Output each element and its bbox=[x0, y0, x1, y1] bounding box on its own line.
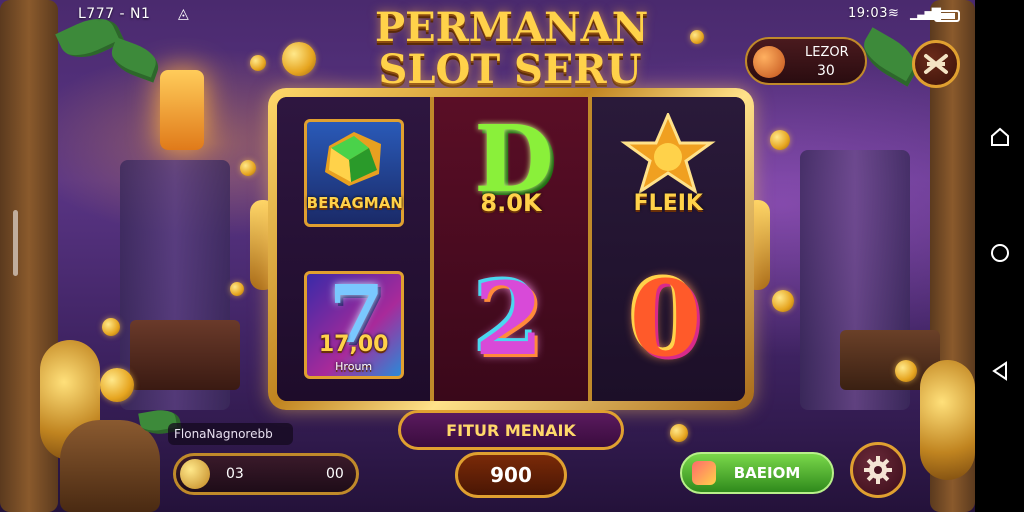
bonus-button[interactable]: BAEIOM bbox=[680, 452, 834, 494]
balance-left-value: 03 bbox=[226, 466, 244, 482]
zero-symbol: 0 bbox=[613, 265, 723, 385]
bonus-icon bbox=[692, 461, 716, 485]
coin-icon bbox=[180, 459, 210, 489]
system-navigation-bar bbox=[975, 0, 1024, 512]
title-line-1: PERMANAN bbox=[375, 4, 649, 51]
reel-cell: 0 bbox=[592, 249, 745, 401]
settings-button[interactable] bbox=[850, 442, 906, 498]
lezor-value: 30 bbox=[817, 63, 835, 79]
bonus-label: BAEIOM bbox=[733, 464, 801, 482]
lezor-badge[interactable]: LEZOR 30 bbox=[745, 37, 867, 85]
back-icon bbox=[992, 361, 1007, 381]
nav-back-button[interactable] bbox=[987, 358, 1013, 384]
scroll-indicator[interactable] bbox=[13, 210, 18, 276]
gold-coin bbox=[772, 290, 794, 312]
balance-display[interactable]: 03 00 bbox=[173, 453, 359, 495]
reel-1: BERAGMAN 7 17,00 Hroum bbox=[277, 97, 435, 401]
rope-bag bbox=[60, 420, 160, 512]
game-scene: L777 - N1 ◬ 19:03 ≋ ▁▃▅▇ PERMANAN SLOT S… bbox=[0, 0, 975, 512]
wifi-icon: ≋ bbox=[888, 6, 899, 21]
reel-cell: 7 17,00 Hroum bbox=[277, 249, 430, 401]
nav-home-button[interactable] bbox=[987, 124, 1013, 150]
symbol-label: FLEIK bbox=[633, 191, 703, 216]
feature-banner[interactable]: FITUR MENAIK bbox=[398, 410, 624, 450]
reel-cell: BERAGMAN bbox=[277, 97, 430, 249]
status-left: L777 - N1 bbox=[78, 6, 151, 22]
symbol-value: 17,00 bbox=[318, 332, 389, 357]
status-time: 19:03 bbox=[848, 6, 888, 21]
lezor-label: LEZOR bbox=[805, 45, 849, 60]
gold-coin bbox=[895, 360, 917, 382]
gold-coin bbox=[250, 55, 266, 71]
player-name: FlonaNagnorebb bbox=[168, 423, 293, 445]
gold-coin bbox=[690, 30, 704, 44]
reel-cell: D 8.0K bbox=[434, 97, 587, 249]
two-symbol: 2 bbox=[456, 265, 566, 385]
battery-icon bbox=[934, 10, 960, 22]
reels: BERAGMAN 7 17,00 Hroum D 8.0K 2 FLEIK 0 bbox=[277, 97, 745, 401]
signal-icon: ◬ bbox=[178, 6, 189, 22]
bet-value-button[interactable]: 900 bbox=[455, 452, 567, 498]
home-icon bbox=[991, 127, 1009, 146]
zero-icon: 0 bbox=[629, 257, 702, 380]
gold-coin bbox=[102, 318, 120, 336]
balance-right-value: 00 bbox=[326, 466, 344, 482]
fruit-icon bbox=[753, 46, 785, 78]
gem-symbol: BERAGMAN bbox=[303, 119, 404, 227]
symbol-value: 8.0K bbox=[480, 189, 542, 217]
game-title: PERMANAN SLOT SERU bbox=[375, 4, 649, 93]
leaf bbox=[106, 37, 164, 83]
reel-frame: BERAGMAN 7 17,00 Hroum D 8.0K 2 FLEIK 0 bbox=[268, 88, 754, 410]
lantern bbox=[160, 70, 204, 150]
reel-cell: 2 bbox=[434, 249, 587, 401]
circle-icon bbox=[991, 244, 1009, 262]
gold-coin bbox=[230, 282, 244, 296]
nav-circle-button[interactable] bbox=[987, 240, 1013, 266]
symbol-label: BERAGMAN bbox=[306, 194, 403, 212]
d-symbol: D 8.0K bbox=[456, 113, 566, 233]
close-button[interactable] bbox=[912, 40, 960, 88]
gold-coin bbox=[100, 368, 134, 402]
close-icon bbox=[924, 54, 948, 74]
treasure-chest bbox=[130, 320, 240, 390]
symbol-sublabel: Hroum bbox=[335, 360, 373, 373]
title-line-2: SLOT SERU bbox=[378, 46, 642, 93]
reel-3: FLEIK 0 bbox=[591, 97, 745, 401]
star-icon bbox=[620, 113, 716, 195]
gear-icon bbox=[864, 456, 892, 484]
gold-coin bbox=[670, 424, 688, 442]
gold-idol-right bbox=[920, 360, 975, 480]
gold-coin bbox=[240, 160, 256, 176]
gem-icon bbox=[324, 132, 381, 186]
reel-2: D 8.0K 2 bbox=[434, 97, 592, 401]
gold-coin bbox=[770, 130, 790, 150]
gold-coin bbox=[282, 42, 316, 76]
reel-cell: FLEIK bbox=[592, 97, 745, 249]
seven-symbol: 7 17,00 Hroum bbox=[303, 271, 404, 379]
two-icon: 2 bbox=[473, 260, 544, 378]
star-symbol: FLEIK bbox=[608, 113, 728, 233]
